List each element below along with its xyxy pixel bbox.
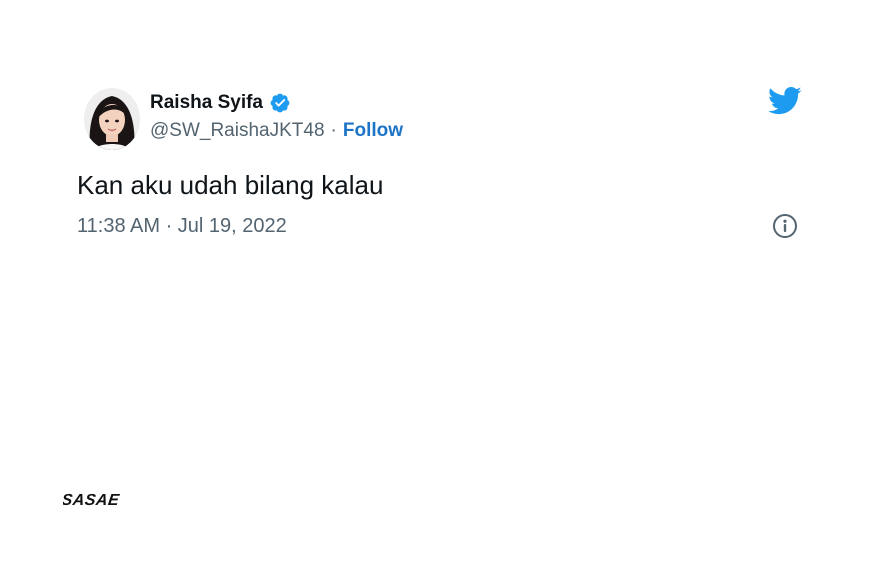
twitter-bird-icon[interactable]: [768, 86, 802, 116]
tweet-timestamp[interactable]: 11:38 AM · Jul 19, 2022: [77, 212, 287, 240]
separator-dot: ·: [330, 120, 337, 141]
tweet-text: Kan aku udah bilang kalau: [77, 170, 384, 200]
verified-badge-icon: [269, 92, 291, 114]
avatar[interactable]: [84, 88, 140, 150]
author-handle[interactable]: @SW_RaishaJKT48: [150, 120, 325, 142]
follow-button[interactable]: Follow: [343, 120, 403, 142]
sasae-watermark-logo: SASAE: [60, 491, 149, 509]
author-handle-row: @SW_RaishaJKT48 · Follow: [150, 118, 403, 144]
embedded-tweet-card: Raisha Syifa @SW_RaishaJKT48 · Follow Ka…: [0, 0, 875, 563]
author-display-name[interactable]: Raisha Syifa: [150, 92, 263, 114]
info-icon[interactable]: [772, 213, 798, 239]
avatar-image: [84, 88, 140, 150]
watermark-text: SASAE: [63, 491, 121, 509]
author-name-row: Raisha Syifa: [150, 90, 291, 116]
